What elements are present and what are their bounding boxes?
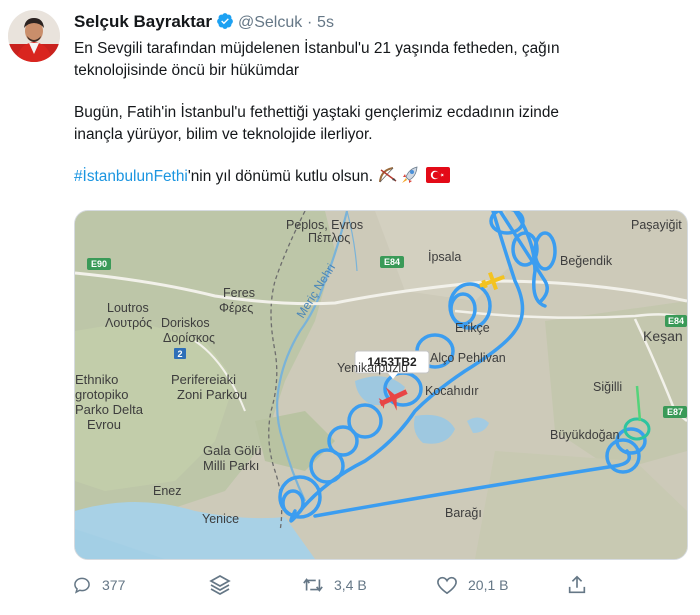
author-name[interactable]: Selçuk Bayraktar xyxy=(74,12,212,31)
place-label: Beğendik xyxy=(560,254,613,268)
reply-count: 377 xyxy=(102,577,126,593)
turkey-flag-icon xyxy=(425,166,450,188)
place-label: grotopiko xyxy=(75,387,128,402)
place-label: İpsala xyxy=(428,250,461,264)
share-icon xyxy=(566,574,588,596)
rocket-icon xyxy=(399,166,421,188)
tweet-line: inançla yürüyor, bilim ve teknolojide il… xyxy=(74,125,373,143)
share-button[interactable] xyxy=(566,568,588,602)
place-label: Zoni Parkou xyxy=(177,387,247,402)
place-label: Φέρες xyxy=(219,301,253,315)
tweet-line: #İstanbulunFethi'nin yıl dönümü kutlu ol… xyxy=(74,166,684,188)
place-label: Paşayiğit xyxy=(631,218,682,232)
like-button[interactable]: 20,1 B xyxy=(436,568,508,602)
retweet-count: 3,4 B xyxy=(334,577,367,593)
road-label: 2 xyxy=(177,349,182,359)
place-label: Λουτρός xyxy=(105,316,152,330)
separator-dot: · xyxy=(306,14,313,31)
place-label: Keşan xyxy=(643,328,683,344)
bow-and-arrow-icon xyxy=(377,166,399,188)
place-label: Evrou xyxy=(87,417,121,432)
place-label: Yenikarpuzlu xyxy=(337,361,408,375)
tweet-line: En Sevgili tarafından müjdelenen İstanbu… xyxy=(74,40,560,57)
avatar[interactable] xyxy=(8,10,60,62)
tweet-header: Selçuk Bayraktar @Selcuk · 5s xyxy=(74,12,334,35)
place-label: Büyükdoğan xyxy=(550,428,620,442)
author-handle[interactable]: @Selcuk xyxy=(238,14,302,31)
place-label: Kocahıdır xyxy=(425,384,479,398)
road-label: E90 xyxy=(91,259,107,269)
place-label: Enez xyxy=(153,484,182,498)
retweet-icon xyxy=(302,575,324,595)
place-label: Perifereiaki xyxy=(171,372,236,387)
tweet-text: En Sevgili tarafından müjdelenen İstanbu… xyxy=(74,38,684,188)
like-count: 20,1 B xyxy=(468,577,509,593)
place-label: Alço Pehlivan xyxy=(430,351,506,365)
road-label: E84 xyxy=(668,316,684,326)
hashtag-link[interactable]: #İstanbulunFethi xyxy=(74,168,188,185)
place-label: Δορίσκος xyxy=(163,331,215,345)
retweet-button[interactable]: 3,4 B xyxy=(302,568,367,602)
place-label: Loutros xyxy=(107,301,149,315)
place-label: Barağı xyxy=(445,506,482,520)
layers-icon xyxy=(208,573,232,597)
place-label: Doriskos xyxy=(161,316,210,330)
flight-map-image[interactable]: 1453TB2 Peplos, Evros Πέπλος İpsala Paşa… xyxy=(74,210,688,560)
share-to-layers-button[interactable] xyxy=(208,568,232,602)
reply-icon xyxy=(72,575,92,595)
road-label: E84 xyxy=(384,257,400,267)
place-label: Siğilli xyxy=(593,380,622,394)
tweet-timestamp[interactable]: 5s xyxy=(317,14,334,31)
place-label: Ethniko xyxy=(75,372,118,387)
verified-badge-icon xyxy=(216,12,234,35)
place-label: Feres xyxy=(223,286,255,300)
place-label: Erikçe xyxy=(455,321,490,335)
place-label: Parko Delta xyxy=(75,402,144,417)
tweet[interactable]: Selçuk Bayraktar @Selcuk · 5s En Sevgili … xyxy=(0,0,700,615)
reply-button[interactable]: 377 xyxy=(72,568,125,602)
place-label: Milli Parkı xyxy=(203,458,259,473)
place-label: Πέπλος xyxy=(308,231,350,245)
tweet-line-rest: 'nin yıl dönümü kutlu olsun. xyxy=(187,168,373,185)
place-label: Peplos, Evros xyxy=(286,218,363,232)
place-label: Gala Gölü xyxy=(203,443,262,458)
tweet-line: Bugün, Fatih'in İstanbul'u fethettiği ya… xyxy=(74,104,559,121)
road-label: E87 xyxy=(667,407,683,417)
place-label: Yenice xyxy=(202,512,239,526)
tweet-line: teknolojisinde öncü bir hükümdar xyxy=(74,61,300,79)
heart-icon xyxy=(436,575,458,595)
tweet-actions: 377 3,4 B 20,1 B xyxy=(0,568,700,602)
